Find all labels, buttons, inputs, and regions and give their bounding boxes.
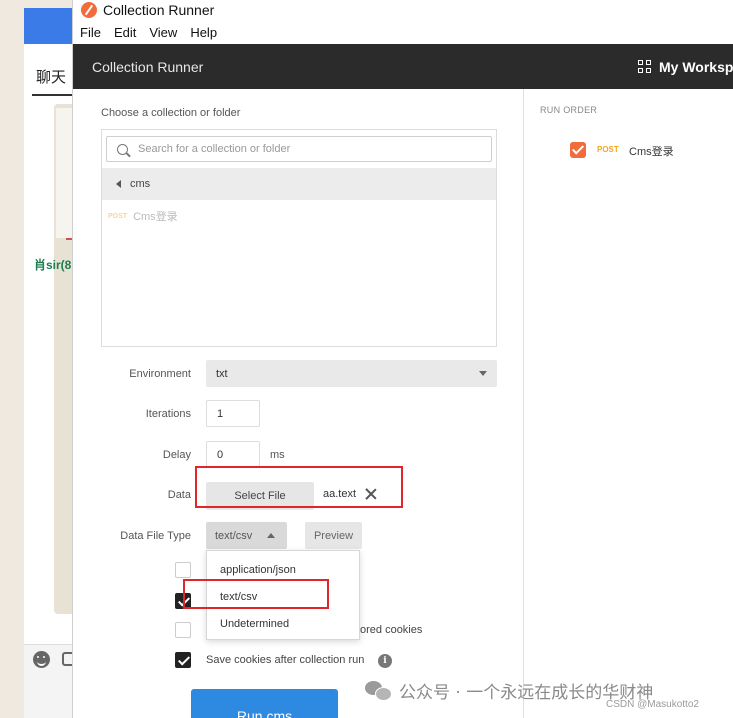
request-name: Cms登录 [133,211,178,223]
dropdown-option-json[interactable]: application/json [220,564,296,576]
header-title: Collection Runner [92,58,204,75]
run-order-item-checkbox[interactable] [570,142,586,158]
option-label-3: ored cookies [360,624,423,636]
dropdown-option-undetermined[interactable]: Undetermined [220,618,289,630]
menu-view[interactable]: View [149,25,177,40]
data-file-type-select[interactable]: text/csv [206,522,287,549]
option-checkbox-3[interactable] [175,622,191,638]
workspace-switcher[interactable]: My Workspa [638,44,733,89]
run-order-item-method: POST [597,145,619,154]
background-chat-tab[interactable]: 聊天 [36,66,66,87]
runner-content: Choose a collection or folder cms POST C… [73,89,733,718]
environment-label: Environment [129,368,191,380]
background-contact-name: 肖sir(8 [34,258,72,272]
background-tab-underline [32,94,72,96]
runner-config-pane: Choose a collection or folder cms POST C… [73,89,523,718]
request-item[interactable]: POST Cms登录 [108,208,178,224]
delay-input[interactable] [206,441,260,468]
highlight-box-csv [183,579,329,609]
collection-search[interactable] [106,136,492,162]
highlight-box-data [195,466,403,508]
window-title: Collection Runner [103,2,215,18]
menu-bar: File Edit View Help [73,20,733,44]
option-checkbox-1[interactable] [175,562,191,578]
folder-back-row[interactable]: cms [102,168,496,200]
data-file-type-label: Data File Type [120,530,191,542]
workspace-label: My Workspa [659,58,733,75]
titlebar: Collection Runner [73,0,733,20]
menu-help[interactable]: Help [190,25,217,40]
request-method: POST [108,212,128,220]
postman-logo-icon [81,2,97,18]
run-order-label: RUN ORDER [540,105,598,115]
delay-unit: ms [270,449,285,461]
save-cookies-label: Save cookies after collection run [206,654,365,666]
app-header: Collection Runner My Workspa [73,44,733,89]
collection-runner-window: Collection Runner File Edit View Help Co… [72,0,733,718]
search-icon [117,143,128,155]
chevron-down-icon [479,371,487,376]
folder-name: cms [130,178,151,190]
iterations-input[interactable] [206,400,260,427]
chevron-up-icon [267,533,275,538]
choose-collection-label: Choose a collection or folder [101,107,241,119]
save-cookies-checkbox[interactable] [175,652,191,668]
menu-edit[interactable]: Edit [114,25,136,40]
delay-label: Delay [162,449,191,461]
collection-search-input[interactable] [138,143,478,155]
wechat-icon [365,680,392,701]
run-collection-button[interactable]: Run cms [191,689,338,718]
background-app: 聊天 肖sir(8 [0,0,80,718]
environment-select[interactable]: txt [206,360,497,387]
info-icon[interactable]: i [378,654,392,668]
workspace-grid-icon [638,60,651,73]
collection-picker: cms POST Cms登录 [101,129,497,347]
iterations-label: Iterations [145,408,191,420]
data-label: Data [167,489,191,501]
data-file-type-value: text/csv [215,529,253,542]
caret-left-icon [116,180,121,188]
run-order-item-name: Cms登录 [629,146,674,158]
environment-value: txt [216,367,228,380]
preview-button[interactable]: Preview [305,522,362,549]
menu-file[interactable]: File [80,25,101,40]
csdn-credit: CSDN @Masukotto2 [606,699,699,710]
run-order-pane: RUN ORDER POST Cms登录 [524,89,733,718]
emoji-icon[interactable] [33,651,50,668]
